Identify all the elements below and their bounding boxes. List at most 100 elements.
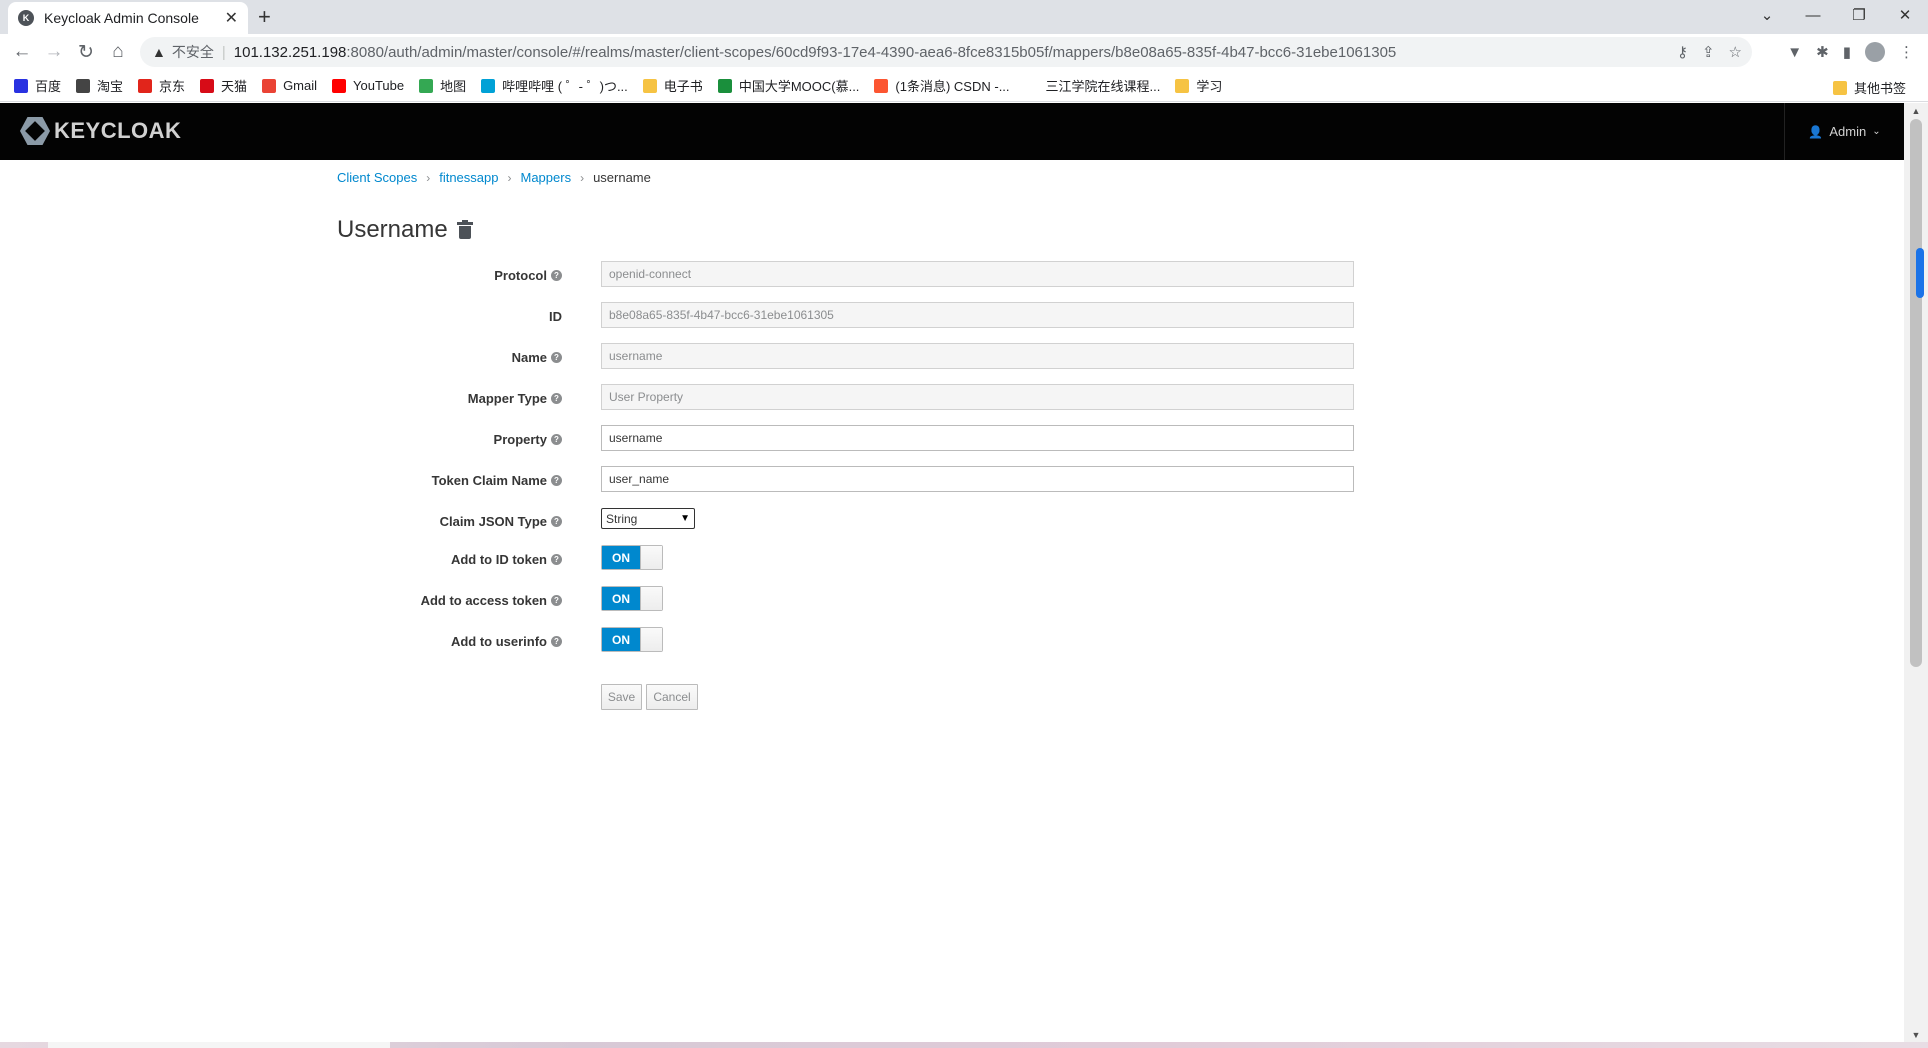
cancel-button[interactable]: Cancel [646,684,698,710]
claim-json-type-select[interactable]: String ▼ [601,508,695,529]
url-host: 101.132.251.198 [233,43,347,61]
reload-icon[interactable]: ↻ [70,36,102,68]
help-icon[interactable]: ? [551,392,562,404]
bookmark-item[interactable]: 电子书 [642,76,703,95]
name-field[interactable] [601,343,1354,369]
insecure-label[interactable]: 不安全 [172,42,214,62]
bookmark-favicon-icon [332,78,347,93]
add-to-access-token-switch[interactable]: ON [601,586,663,611]
bookmark-item[interactable]: (1条消息) CSDN -... [874,76,1010,95]
browser-tab[interactable]: K Keycloak Admin Console ✕ [8,2,248,34]
bookmark-item[interactable]: YouTube [332,78,404,93]
page-scrollbar[interactable]: ▲ ▼ [1904,103,1928,1043]
help-icon[interactable]: ? [551,351,562,363]
tab-close-icon[interactable]: ✕ [225,8,238,28]
bookmark-item[interactable]: 哔哩哔哩 ( ゜- ゜)つ... [481,76,628,95]
new-tab-button[interactable]: + [258,5,271,29]
save-button[interactable]: Save [601,684,642,710]
help-icon[interactable]: ? [551,515,562,527]
bookmark-label: 哔哩哔哩 ( ゜- ゜)つ... [502,79,628,94]
bookmark-label: 电子书 [663,79,703,94]
share-icon[interactable]: ⇪ [1702,43,1715,61]
profile-avatar-icon[interactable] [1865,42,1885,62]
bookmark-favicon-icon [76,78,91,93]
mapper-type-field[interactable] [601,384,1354,410]
bookmark-label: 地图 [440,79,467,94]
id-label: ID [549,308,562,324]
help-icon[interactable]: ? [551,269,562,281]
add-to-userinfo-switch[interactable]: ON [601,627,663,652]
close-window-icon[interactable]: ✕ [1882,0,1928,30]
back-icon[interactable]: ← [6,36,38,68]
form-row-property: Property? [0,425,1400,453]
tab-title: Keycloak Admin Console [44,10,199,26]
protocol-field[interactable] [601,261,1354,287]
chevron-down-icon: ▼ [680,513,690,524]
breadcrumb-fitnessapp[interactable]: fitnessapp [439,170,498,185]
mapper-type-label: Mapper Type? [468,384,562,412]
bookmark-item[interactable]: 中国大学MOOC(慕... [717,76,859,95]
restore-icon[interactable]: ❐ [1836,0,1882,30]
add-to-access-token-label: Add to access token? [421,586,562,614]
help-icon[interactable]: ? [551,594,562,606]
sidepanel-icon[interactable]: ▮ [1843,43,1851,61]
bookmark-label: (1条消息) CSDN -... [895,79,1010,94]
star-icon[interactable]: ☆ [1729,43,1742,61]
bookmark-item[interactable]: 地图 [419,76,466,95]
puzzle-icon[interactable]: ✱ [1816,43,1829,61]
menu-dots-icon[interactable]: ⋮ [1899,43,1914,61]
breadcrumb-mappers[interactable]: Mappers [520,170,571,185]
property-input[interactable] [601,425,1354,451]
switch-knob [640,628,662,651]
scroll-thumb[interactable] [1910,119,1922,667]
switch-knob [640,587,662,610]
minimize-icon[interactable]: — [1790,0,1836,30]
scroll-down-icon[interactable]: ▼ [1904,1027,1928,1043]
keycloak-hex-icon [20,117,50,145]
bookmark-item[interactable]: Gmail [262,78,317,93]
bookmark-item[interactable]: 百度 [14,76,61,95]
window-controls: ⌄ — ❐ ✕ [1744,0,1928,30]
keycloak-header: KEYCLOAK 👤 Admin ⌄ [0,103,1904,160]
id-field[interactable] [601,302,1354,328]
home-icon[interactable]: ⌂ [102,36,134,68]
help-icon[interactable]: ? [551,474,562,486]
other-bookmarks[interactable]: 其他书签 [1832,78,1906,97]
breadcrumb: Client Scopes › fitnessapp › Mappers › u… [337,170,651,185]
forward-icon[interactable]: → [38,36,70,68]
bookmark-item[interactable]: 淘宝 [76,76,123,95]
chevron-down-icon: ⌄ [1872,126,1881,137]
help-icon[interactable]: ? [551,553,562,565]
bookmark-item[interactable]: 学习 [1175,76,1222,95]
help-icon[interactable]: ? [551,635,562,647]
scroll-up-icon[interactable]: ▲ [1904,103,1928,119]
bookmark-label: YouTube [353,78,405,93]
token-claim-name-input[interactable] [601,466,1354,492]
bookmark-item[interactable]: 三江学院在线课程... [1024,76,1160,95]
keycloak-logo[interactable]: KEYCLOAK [20,117,181,145]
breadcrumb-separator-icon: › [580,170,585,185]
bookmark-label: 百度 [35,79,62,94]
address-bar[interactable]: ▲ 不安全 | 101.132.251.198:8080/auth/admin/… [140,37,1752,67]
form-actions: Save Cancel [0,684,1400,712]
key-icon[interactable]: ⚷ [1677,43,1688,61]
claim-json-type-label: Claim JSON Type? [440,507,562,535]
form-row-add-to-access-token: Add to access token? ON [0,586,1400,614]
breadcrumb-current: username [593,170,651,185]
taskbar-strip [0,1042,1928,1048]
tab-search-icon[interactable]: ⌄ [1744,0,1790,30]
bookmark-item[interactable]: 京东 [138,76,185,95]
property-label: Property? [494,425,562,453]
user-menu[interactable]: 👤 Admin ⌄ [1784,103,1904,160]
add-to-id-token-label: Add to ID token? [451,545,562,573]
warning-icon[interactable]: ▲ [152,44,166,60]
bookmark-label: 京东 [159,79,186,94]
bookmark-label: 淘宝 [97,79,124,94]
help-icon[interactable]: ? [551,433,562,445]
trash-icon[interactable] [456,219,473,239]
add-to-id-token-switch[interactable]: ON [601,545,663,570]
extension-v-icon[interactable]: ▼ [1787,44,1802,61]
bookmark-favicon-icon [481,78,496,93]
bookmark-item[interactable]: 天猫 [200,76,247,95]
breadcrumb-client-scopes[interactable]: Client Scopes [337,170,417,185]
